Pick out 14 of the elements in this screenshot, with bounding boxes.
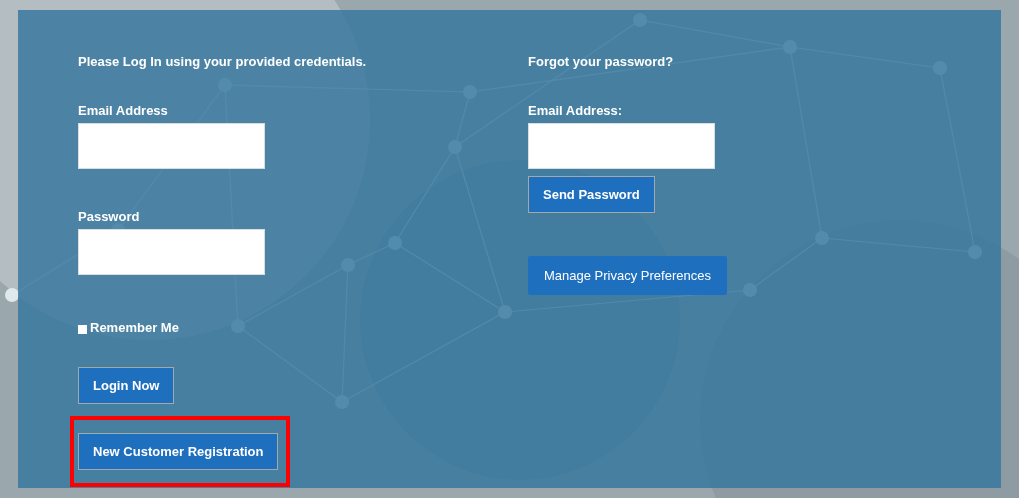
login-button[interactable]: Login Now: [78, 367, 175, 404]
field-label: Email Address:: [528, 103, 623, 118]
email-field[interactable]: [528, 123, 715, 169]
email-field[interactable]: [78, 123, 265, 169]
checkbox[interactable]: [78, 324, 87, 334]
forgot-password-heading: Forgot your password?: [528, 54, 674, 69]
login-instructions: Please Log In using your provided credentials.: [78, 54, 367, 69]
registration-button[interactable]: New Customer Registration: [78, 433, 279, 470]
send-password-button[interactable]: Send Password: [528, 176, 655, 213]
password-field[interactable]: [78, 229, 265, 275]
field-label: Password: [78, 209, 140, 224]
field-label: Email Address: [78, 103, 168, 118]
privacy-button[interactable]: Manage Privacy Preferences: [528, 256, 727, 295]
checkbox-label: Remember Me: [90, 320, 179, 335]
